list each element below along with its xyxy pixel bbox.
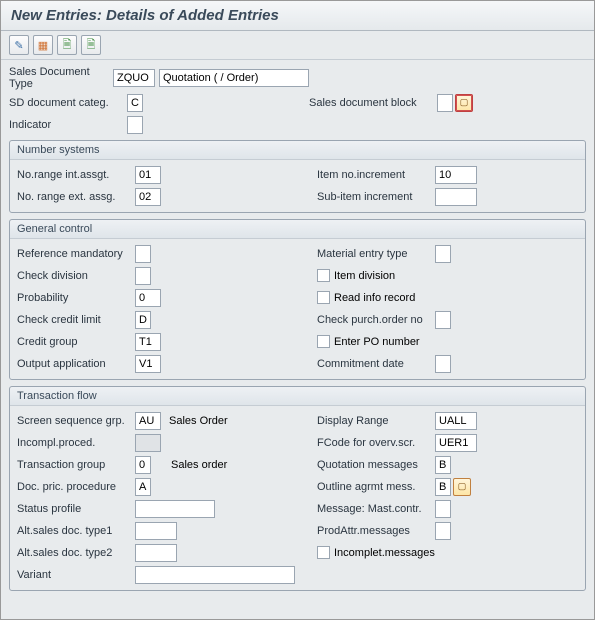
incompl-proc-label: Incompl.proced. bbox=[17, 437, 135, 449]
probability-input[interactable] bbox=[135, 289, 161, 307]
alt-sales1-input[interactable] bbox=[135, 522, 177, 540]
wrench-icon: ✎ bbox=[14, 39, 23, 52]
sales-doc-type-input[interactable] bbox=[113, 69, 155, 87]
read-info-record-label: Read info record bbox=[334, 292, 415, 304]
commitment-date-label: Commitment date bbox=[317, 358, 435, 370]
no-range-int-label: No.range int.assgt. bbox=[17, 169, 135, 181]
check-division-label: Check division bbox=[17, 270, 135, 282]
transaction-flow-section: Transaction flow Screen sequence grp. Sa… bbox=[9, 386, 586, 591]
incompl-proc-input bbox=[135, 434, 161, 452]
screen-seq-input[interactable] bbox=[135, 412, 161, 430]
fcode-label: FCode for overv.scr. bbox=[317, 437, 435, 449]
screen-seq-desc: Sales Order bbox=[169, 415, 228, 427]
variant-label: Variant bbox=[17, 569, 135, 581]
material-entry-label: Material entry type bbox=[317, 248, 435, 260]
item-division-checkbox[interactable] bbox=[317, 269, 330, 282]
toolbar-next-button[interactable]: 🗎 bbox=[81, 35, 101, 55]
material-entry-input[interactable] bbox=[435, 245, 451, 263]
quotation-msg-input[interactable] bbox=[435, 456, 451, 474]
outline-agr-input[interactable] bbox=[435, 478, 451, 496]
number-systems-title: Number systems bbox=[10, 141, 585, 160]
incomplet-messages-label: Incomplet.messages bbox=[334, 547, 435, 559]
number-systems-section: Number systems No.range int.assgt. Item … bbox=[9, 140, 586, 213]
display-range-label: Display Range bbox=[317, 415, 435, 427]
title-bar: New Entries: Details of Added Entries bbox=[1, 1, 594, 31]
read-info-record-checkbox[interactable] bbox=[317, 291, 330, 304]
check-po-label: Check purch.order no bbox=[317, 314, 435, 326]
ref-mandatory-label: Reference mandatory bbox=[17, 248, 135, 260]
sub-item-incr-input[interactable] bbox=[435, 188, 477, 206]
screen-seq-label: Screen sequence grp. bbox=[17, 415, 135, 427]
enter-po-number-label: Enter PO number bbox=[334, 336, 420, 348]
outline-agr-label: Outline agrmt mess. bbox=[317, 481, 435, 493]
toolbar: ✎ ▦ 🗎 🗎 bbox=[1, 31, 594, 60]
doc-next-icon: 🗎 bbox=[87, 36, 96, 55]
item-no-incr-input[interactable] bbox=[435, 166, 477, 184]
content-area: Sales Document Type SD document categ. S… bbox=[1, 60, 594, 597]
sub-item-incr-label: Sub-item increment bbox=[317, 191, 435, 203]
general-control-title: General control bbox=[10, 220, 585, 239]
sd-doc-categ-label: SD document categ. bbox=[9, 97, 127, 109]
transaction-flow-title: Transaction flow bbox=[10, 387, 585, 406]
check-division-input[interactable] bbox=[135, 267, 151, 285]
commitment-date-input[interactable] bbox=[435, 355, 451, 373]
alt-sales1-label: Alt.sales doc. type1 bbox=[17, 525, 135, 537]
doc-pric-input[interactable] bbox=[135, 478, 151, 496]
prodattr-label: ProdAttr.messages bbox=[317, 525, 435, 537]
variant-input[interactable] bbox=[135, 566, 295, 584]
probability-label: Probability bbox=[17, 292, 135, 304]
search-help-icon: ▢ bbox=[460, 97, 469, 108]
alt-sales2-input[interactable] bbox=[135, 544, 177, 562]
output-app-input[interactable] bbox=[135, 355, 161, 373]
message-mast-label: Message: Mast.contr. bbox=[317, 503, 435, 515]
enter-po-number-checkbox[interactable] bbox=[317, 335, 330, 348]
incomplet-messages-checkbox[interactable] bbox=[317, 546, 330, 559]
table-icon: ▦ bbox=[38, 39, 48, 52]
quotation-msg-label: Quotation messages bbox=[317, 459, 435, 471]
item-no-incr-label: Item no.increment bbox=[317, 169, 435, 181]
trans-group-desc: Sales order bbox=[171, 459, 227, 471]
trans-group-label: Transaction group bbox=[17, 459, 135, 471]
page-title: New Entries: Details of Added Entries bbox=[11, 7, 584, 24]
indicator-label: Indicator bbox=[9, 119, 127, 131]
item-division-label: Item division bbox=[334, 270, 395, 282]
doc-prev-icon: 🗎 bbox=[63, 36, 72, 55]
display-range-input[interactable] bbox=[435, 412, 477, 430]
sd-doc-categ-input[interactable] bbox=[127, 94, 143, 112]
search-help-icon: ▢ bbox=[458, 481, 467, 492]
toolbar-prev-button[interactable]: 🗎 bbox=[57, 35, 77, 55]
credit-group-input[interactable] bbox=[135, 333, 161, 351]
outline-agr-f4-button[interactable]: ▢ bbox=[453, 478, 471, 496]
fcode-input[interactable] bbox=[435, 434, 477, 452]
no-range-int-input[interactable] bbox=[135, 166, 161, 184]
no-range-ext-input[interactable] bbox=[135, 188, 161, 206]
no-range-ext-label: No. range ext. assg. bbox=[17, 191, 135, 203]
sales-doc-block-input[interactable] bbox=[437, 94, 453, 112]
trans-group-input[interactable] bbox=[135, 456, 151, 474]
status-profile-label: Status profile bbox=[17, 503, 135, 515]
check-po-input[interactable] bbox=[435, 311, 451, 329]
credit-group-label: Credit group bbox=[17, 336, 135, 348]
indicator-input[interactable] bbox=[127, 116, 143, 134]
sales-doc-type-desc-input[interactable] bbox=[159, 69, 309, 87]
sales-doc-block-f4-button[interactable]: ▢ bbox=[455, 94, 473, 112]
output-app-label: Output application bbox=[17, 358, 135, 370]
toolbar-delimit-button[interactable]: ▦ bbox=[33, 35, 53, 55]
sales-doc-type-label: Sales Document Type bbox=[9, 66, 113, 90]
check-credit-input[interactable] bbox=[135, 311, 151, 329]
sales-doc-block-label: Sales document block bbox=[309, 97, 437, 109]
doc-pric-label: Doc. pric. procedure bbox=[17, 481, 135, 493]
message-mast-input[interactable] bbox=[435, 500, 451, 518]
alt-sales2-label: Alt.sales doc. type2 bbox=[17, 547, 135, 559]
status-profile-input[interactable] bbox=[135, 500, 215, 518]
check-credit-label: Check credit limit bbox=[17, 314, 135, 326]
prodattr-input[interactable] bbox=[435, 522, 451, 540]
ref-mandatory-input[interactable] bbox=[135, 245, 151, 263]
general-control-section: General control Reference mandatory Mate… bbox=[9, 219, 586, 380]
toolbar-config-button[interactable]: ✎ bbox=[9, 35, 29, 55]
